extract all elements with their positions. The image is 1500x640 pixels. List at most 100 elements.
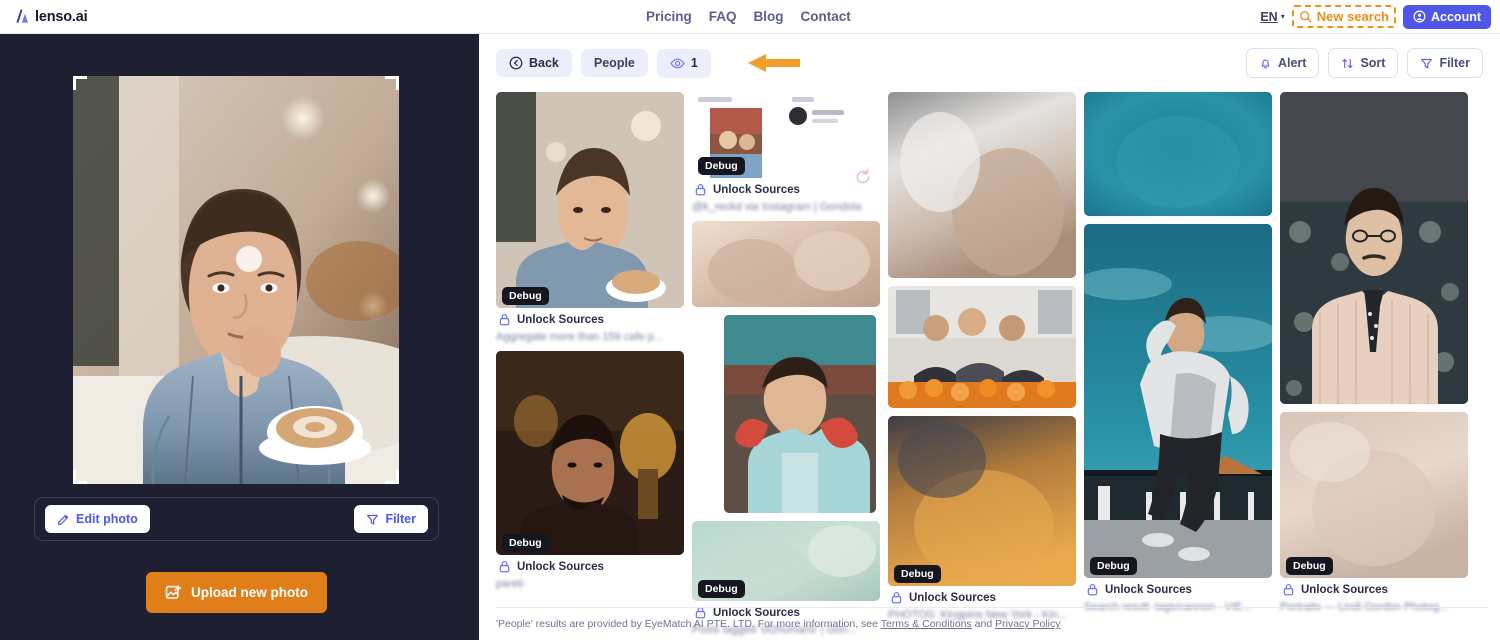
uploaded-photo-frame[interactable] <box>73 76 399 484</box>
sort-label: Sort <box>1360 56 1386 70</box>
result-card[interactable] <box>692 315 880 513</box>
lock-icon <box>695 183 706 196</box>
result-thumbnail[interactable] <box>496 351 684 555</box>
lock-icon <box>499 313 510 326</box>
unlock-sources-label: Unlock Sources <box>909 591 996 604</box>
result-image <box>496 92 684 308</box>
result-card[interactable] <box>888 286 1076 408</box>
result-card[interactable] <box>692 221 880 307</box>
top-navigation-bar: lenso.ai Pricing FAQ Blog Contact EN ▾ N… <box>0 0 1500 34</box>
reload-icon[interactable] <box>854 168 872 186</box>
lock-icon <box>1087 583 1098 596</box>
new-search-highlight: New search <box>1291 5 1397 28</box>
debug-badge[interactable]: Debug <box>502 534 549 552</box>
uploaded-photo <box>73 76 399 484</box>
result-thumbnail[interactable] <box>1084 92 1272 216</box>
upload-new-photo-button[interactable]: Upload new photo <box>146 572 327 613</box>
result-thumbnail[interactable] <box>724 315 876 513</box>
result-thumbnail[interactable] <box>496 92 684 308</box>
result-thumbnail[interactable] <box>1084 224 1272 578</box>
result-caption: @k_reckd via Instagram | Gondola <box>692 201 862 213</box>
lenso-logo-icon <box>16 9 28 23</box>
result-card[interactable]: Debug Unlock Sources Search result: tags… <box>1084 224 1272 613</box>
debug-badge[interactable]: Debug <box>1090 557 1137 575</box>
result-thumbnail[interactable] <box>888 92 1076 278</box>
nav-link-blog[interactable]: Blog <box>754 9 784 24</box>
sidebar-filter-label: Filter <box>385 512 416 526</box>
unlock-sources-label: Unlock Sources <box>1301 583 1388 596</box>
result-card[interactable]: Debug Unlock Sources Aggregate more than… <box>496 92 684 343</box>
debug-badge[interactable]: Debug <box>502 287 549 305</box>
crop-handle-bottom-right[interactable] <box>385 470 399 484</box>
sort-updown-icon <box>1342 58 1354 68</box>
language-selector[interactable]: EN ▾ <box>1260 10 1284 24</box>
terms-and-conditions-link[interactable]: Terms & Conditions <box>881 618 972 630</box>
alert-button[interactable]: Alert <box>1245 48 1320 78</box>
result-thumbnail[interactable] <box>1280 92 1468 404</box>
result-caption: pareti <box>496 578 524 590</box>
debug-badge[interactable]: Debug <box>698 157 745 175</box>
filter-button[interactable]: Filter <box>1407 48 1483 78</box>
lock-icon <box>1283 583 1294 596</box>
result-thumbnail[interactable] <box>1280 412 1468 578</box>
footer-prefix: 'People' results are provided by EyeMatc… <box>496 618 881 630</box>
crop-handle-top-left[interactable] <box>73 76 87 90</box>
result-thumbnail[interactable] <box>888 416 1076 586</box>
views-counter-button[interactable]: 1 <box>656 48 711 78</box>
edit-pencil-icon <box>58 514 69 525</box>
result-card[interactable] <box>888 92 1076 278</box>
user-circle-icon <box>1413 10 1426 23</box>
result-card[interactable] <box>1084 92 1272 216</box>
upload-new-photo-label: Upload new photo <box>191 585 308 600</box>
debug-badge[interactable]: Debug <box>894 565 941 583</box>
unlock-sources-button[interactable]: Unlock Sources <box>1084 580 1198 599</box>
footer-middle: and <box>971 618 996 630</box>
annotation-arrow-icon <box>747 54 800 72</box>
nav-link-faq[interactable]: FAQ <box>709 9 737 24</box>
brand-logo-link[interactable]: lenso.ai <box>12 9 88 25</box>
nav-right-cluster: EN ▾ New search Account <box>1260 4 1491 29</box>
result-card[interactable] <box>1280 92 1468 404</box>
unlock-sources-button[interactable]: Unlock Sources <box>1280 580 1394 599</box>
sidebar-filter-button[interactable]: Filter <box>354 505 428 533</box>
back-button[interactable]: Back <box>496 49 572 77</box>
results-toolbar: Back People 1 Alert Sort Filter <box>479 34 1500 92</box>
result-card[interactable]: Debug Unlock Sources pareti <box>496 351 684 590</box>
crop-handle-bottom-left[interactable] <box>73 470 87 484</box>
lock-icon <box>891 591 902 604</box>
result-card[interactable]: Debug Unlock Sources Portraits — Lindi G… <box>1280 412 1468 613</box>
unlock-sources-button[interactable]: Unlock Sources <box>496 557 610 576</box>
result-image <box>1084 92 1272 216</box>
result-image <box>724 315 876 513</box>
toolbar-right-group: Alert Sort Filter <box>1245 48 1483 78</box>
debug-badge[interactable]: Debug <box>1286 557 1333 575</box>
alert-label: Alert <box>1277 56 1307 70</box>
nav-link-pricing[interactable]: Pricing <box>646 9 692 24</box>
results-column-5: Debug Unlock Sources Portraits — Lindi G… <box>1280 92 1468 613</box>
result-card[interactable]: Debug Unlock Sources PHOTOS: Kingpins Ne… <box>888 416 1076 621</box>
result-thumbnail[interactable] <box>692 221 880 307</box>
result-image <box>888 286 1076 408</box>
unlock-sources-button[interactable]: Unlock Sources <box>888 588 1002 607</box>
people-tab-button[interactable]: People <box>580 49 648 77</box>
unlock-sources-button[interactable]: Unlock Sources <box>692 180 806 199</box>
arrow-left-circle-icon <box>509 56 523 70</box>
unlock-sources-label: Unlock Sources <box>1105 583 1192 596</box>
unlock-sources-button[interactable]: Unlock Sources <box>496 310 610 329</box>
privacy-policy-link[interactable]: Privacy Policy <box>995 618 1060 630</box>
crop-handle-top-right[interactable] <box>385 76 399 90</box>
sort-button[interactable]: Sort <box>1328 48 1399 78</box>
account-button[interactable]: Account <box>1403 4 1491 29</box>
left-sidebar: Edit photo Filter Upload new photo <box>0 34 479 640</box>
new-search-button[interactable]: New search <box>1296 8 1391 25</box>
result-thumbnail[interactable] <box>888 286 1076 408</box>
funnel-icon <box>367 514 379 525</box>
nav-link-contact[interactable]: Contact <box>801 9 851 24</box>
debug-badge[interactable]: Debug <box>698 580 745 598</box>
edit-photo-button[interactable]: Edit photo <box>45 505 150 533</box>
result-card[interactable]: Debug Unlock Sources @k_reckd via Instag… <box>692 92 880 213</box>
result-image <box>888 92 1076 278</box>
account-label: Account <box>1431 9 1481 24</box>
results-column-4: Debug Unlock Sources Search result: tags… <box>1084 92 1272 613</box>
result-image <box>692 221 880 307</box>
